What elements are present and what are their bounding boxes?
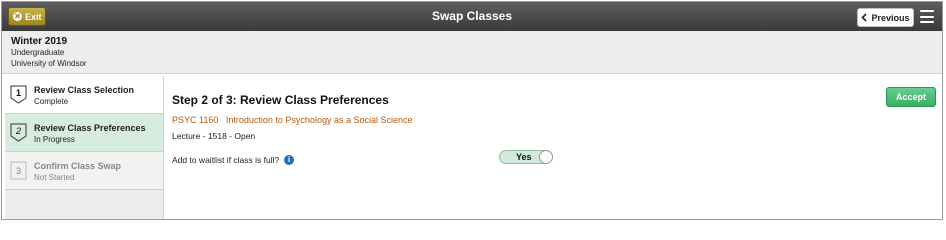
- hamburger-menu-icon[interactable]: [920, 10, 934, 23]
- toggle-knob: [539, 150, 553, 164]
- step-review-class-preferences[interactable]: 2 Review Class Preferences In Progress: [5, 114, 163, 152]
- chevron-left-icon: [861, 13, 868, 22]
- step-status: In Progress: [34, 135, 75, 144]
- step-title: Confirm Class Swap: [34, 161, 122, 171]
- main-title: Step 2 of 3: Review Class Preferences: [172, 93, 389, 107]
- exit-label: Exit: [25, 11, 42, 22]
- step-number: 3: [16, 166, 21, 176]
- step-number-badge: 1: [10, 85, 27, 104]
- waitlist-toggle[interactable]: Yes: [499, 150, 553, 164]
- info-icon[interactable]: i: [284, 155, 294, 165]
- step-review-class-selection[interactable]: 1 Review Class Selection Complete: [5, 76, 163, 114]
- step-number-badge: 2: [10, 123, 27, 142]
- previous-button[interactable]: Previous: [857, 8, 914, 27]
- header-bar: ✕ Exit Swap Classes Previous: [2, 2, 942, 31]
- waitlist-label: Add to waitlist if class is full?: [172, 155, 280, 165]
- app-frame: ✕ Exit Swap Classes Previous Winter 2019…: [1, 1, 943, 220]
- step-sidebar: 1 Review Class Selection Complete 2 Revi…: [5, 76, 164, 219]
- class-name: Introduction to Psychology as a Social S…: [225, 115, 413, 125]
- toggle-value: Yes: [516, 152, 532, 162]
- term-info: Winter 2019 Undergraduate University of …: [2, 31, 942, 74]
- step-title: Review Class Selection: [34, 85, 135, 95]
- class-code: PSYC 1160: [172, 115, 219, 125]
- step-status: Complete: [34, 97, 69, 106]
- career-name: Undergraduate: [11, 48, 65, 57]
- section-info: Lecture - 1518 - Open: [172, 131, 256, 141]
- institution-name: University of Windsor: [11, 59, 87, 68]
- accept-button[interactable]: Accept: [886, 87, 936, 107]
- exit-button[interactable]: ✕ Exit: [8, 7, 46, 26]
- step-status: Not Started: [34, 173, 75, 182]
- term-name: Winter 2019: [11, 36, 68, 47]
- close-circle-icon: ✕: [13, 12, 22, 21]
- class-link[interactable]: PSYC 1160 Introduction to Psychology as …: [172, 115, 413, 125]
- step-confirm-class-swap[interactable]: 3 Confirm Class Swap Not Started: [5, 152, 163, 190]
- step-number: 1: [16, 88, 21, 98]
- previous-label: Previous: [871, 12, 910, 23]
- step-number: 2: [15, 126, 21, 136]
- step-title: Review Class Preferences: [34, 123, 146, 133]
- step-number-badge: 3: [10, 161, 27, 180]
- page-title: Swap Classes: [431, 9, 513, 23]
